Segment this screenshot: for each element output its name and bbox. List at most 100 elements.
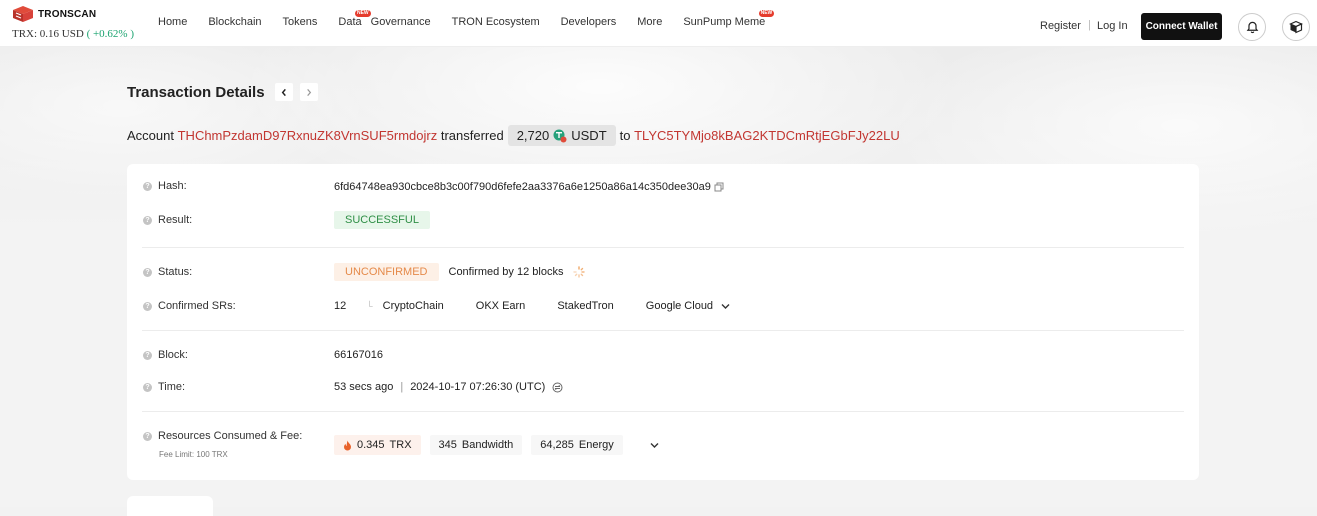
timezone-toggle-icon[interactable] — [552, 382, 563, 393]
time-label: Time: — [158, 381, 186, 393]
sr-link[interactable]: StakedTron — [557, 300, 613, 312]
register-link[interactable]: Register — [1040, 20, 1081, 32]
help-icon[interactable]: ? — [143, 350, 152, 360]
status-badge: UNCONFIRMED — [334, 263, 439, 281]
hash-label: Hash: — [158, 180, 187, 192]
nav-governance-label: Governance — [370, 16, 431, 28]
time-value-row: 53 secs ago | 2024-10-17 07:26:30 (UTC) — [334, 381, 563, 393]
result-badge: SUCCESSFUL — [334, 211, 430, 229]
bell-icon — [1246, 21, 1258, 33]
confirmed-srs-row-label: ? Confirmed SRs: — [143, 300, 236, 312]
chevron-down-icon[interactable] — [721, 303, 730, 310]
resources-value-row: 0.345 TRX 345 Bandwidth 64,285 Energy — [334, 435, 659, 455]
transfer-action: transferred — [440, 128, 504, 143]
energy-pill: 64,285 Energy — [531, 435, 623, 455]
sr-link[interactable]: Google Cloud — [646, 300, 713, 312]
header-divider: | — [1088, 19, 1091, 31]
amount-value: 2,720 — [516, 128, 550, 143]
bandwidth-pill: 345 Bandwidth — [429, 435, 523, 455]
top-header: TRONSCAN TRX: 0.16 USD ( +0.62% ) Home B… — [0, 0, 1317, 47]
brand-name: TRONSCAN — [38, 8, 97, 20]
loading-spinner-icon — [573, 266, 586, 278]
divider — [142, 247, 1184, 248]
main-nav: Home Blockchain Tokens Data NEW Governan… — [158, 10, 786, 28]
nav-blockchain-label: Blockchain — [208, 16, 262, 28]
hash-value-row: 6fd64748ea930cbce8b3c00f790d6fefe2aa3376… — [334, 181, 724, 193]
chevron-right-icon — [306, 88, 311, 96]
to-label: to — [619, 128, 631, 143]
help-icon[interactable]: ? — [143, 215, 152, 225]
block-row-label: ? Block: — [143, 349, 188, 361]
block-label: Block: — [158, 349, 188, 361]
time-row-label: ? Time: — [143, 381, 185, 393]
from-address-link[interactable]: THChmPzdamD97RxnuZK8VrnSUF5rmdojrz — [178, 128, 438, 143]
status-value-row: UNCONFIRMED Confirmed by 12 blocks — [334, 263, 586, 281]
help-icon[interactable]: ? — [143, 301, 152, 311]
block-number-link[interactable]: 66167016 — [334, 349, 383, 361]
time-ago: 53 secs ago — [334, 381, 394, 393]
nav-tokens[interactable]: Tokens — [283, 16, 318, 28]
fee-limit: Fee Limit: 100 TRX — [159, 450, 228, 459]
tronscan-logo-icon — [13, 6, 33, 22]
transaction-details-card: ? Hash: 6fd64748ea930cbce8b3c00f790d6fef… — [127, 164, 1199, 480]
block-value-row: 66167016 — [334, 349, 383, 361]
nav-sunpump-meme[interactable]: SunPump Meme NEW — [683, 10, 775, 28]
help-icon[interactable]: ? — [143, 382, 152, 392]
trx-fee-unit: TRX — [389, 439, 412, 451]
login-link[interactable]: Log In — [1097, 20, 1128, 32]
trx-price-label: TRX: 0.16 USD — [12, 28, 84, 40]
confirmed-srs-value-row: 12 └ CryptoChain OKX Earn StakedTron Goo… — [334, 300, 730, 312]
nav-home[interactable]: Home — [158, 16, 187, 28]
resources-label: Resources Consumed & Fee: — [158, 430, 303, 442]
help-icon[interactable]: ? — [143, 181, 152, 191]
next-transaction-button[interactable] — [299, 83, 318, 101]
next-section-card — [127, 496, 213, 516]
trx-price-change: ( +0.62% ) — [86, 28, 135, 40]
nav-tron-ecosystem-label: TRON Ecosystem — [451, 16, 540, 28]
resources-row-label: ? Resources Consumed & Fee: — [143, 430, 302, 442]
help-icon[interactable]: ? — [143, 267, 152, 277]
confirmed-blocks: Confirmed by 12 blocks — [448, 266, 564, 278]
nav-home-label: Home — [158, 16, 188, 28]
nav-tokens-label: Tokens — [282, 16, 318, 28]
chevron-down-icon[interactable] — [650, 442, 659, 449]
help-icon[interactable]: ? — [143, 431, 152, 441]
notifications-button[interactable] — [1238, 13, 1266, 41]
usdt-token-icon[interactable] — [553, 129, 567, 143]
divider — [142, 411, 1184, 412]
nav-more[interactable]: More — [637, 16, 662, 28]
tronscan-logo[interactable]: TRONSCAN — [12, 5, 96, 23]
wallet-cube-icon — [1289, 20, 1303, 34]
nav-governance[interactable]: Governance — [371, 16, 431, 28]
sr-link[interactable]: CryptoChain — [383, 300, 444, 312]
result-row-label: ? Result: — [143, 214, 192, 226]
new-badge: NEW — [758, 10, 775, 17]
connect-wallet-button[interactable]: Connect Wallet — [1141, 13, 1222, 40]
energy-amount: 64,285 — [540, 439, 574, 451]
copy-icon[interactable] — [714, 182, 724, 192]
status-row-label: ? Status: — [143, 266, 192, 278]
previous-transaction-button[interactable] — [274, 83, 293, 101]
transfer-summary: Account THChmPzdamD97RxnuZK8VrnSUF5rmdoj… — [127, 125, 900, 146]
energy-unit: Energy — [578, 439, 614, 451]
bandwidth-amount: 345 — [438, 439, 457, 451]
title-row: Transaction Details — [127, 83, 325, 101]
confirmed-srs-label: Confirmed SRs: — [158, 300, 236, 312]
page-title: Transaction Details — [127, 83, 265, 101]
corner-connector-icon: └ — [366, 301, 373, 311]
time-utc: 2024-10-17 07:26:30 (UTC) — [410, 381, 546, 393]
to-address-link[interactable]: TLYC5TYMjo8kBAG2KTDCmRtjEGbFJy22LU — [634, 128, 900, 143]
hash-row-label: ? Hash: — [143, 180, 187, 192]
nav-developers-label: Developers — [560, 16, 617, 28]
sr-link[interactable]: OKX Earn — [476, 300, 526, 312]
nav-developers[interactable]: Developers — [561, 16, 617, 28]
nav-tron-ecosystem[interactable]: TRON Ecosystem — [452, 16, 540, 28]
trx-fee-pill: 0.345 TRX — [334, 435, 421, 455]
nav-data[interactable]: Data NEW — [338, 10, 371, 28]
wallet-cube-button[interactable] — [1282, 13, 1310, 41]
token-symbol[interactable]: USDT — [571, 128, 606, 143]
nav-blockchain[interactable]: Blockchain — [208, 16, 261, 28]
srs-count: 12 — [334, 300, 347, 312]
flame-icon — [344, 440, 351, 450]
transfer-amount: 2,720 USDT — [507, 125, 616, 146]
